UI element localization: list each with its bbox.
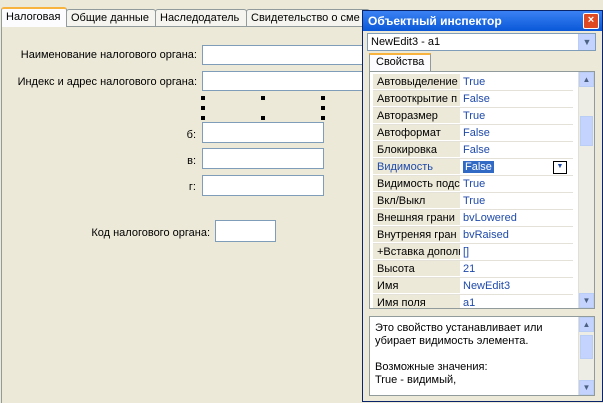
property-value[interactable]: []: [463, 246, 469, 258]
property-name: Внутреняя гран: [373, 227, 460, 242]
property-name: Имя поля: [373, 295, 460, 308]
tax-code-field[interactable]: [215, 220, 276, 242]
object-selector[interactable]: NewEdit3 - a1 ▼: [367, 33, 596, 51]
property-value-text: False: [463, 161, 494, 173]
selection-handle[interactable]: [261, 96, 265, 100]
tax-authority-address-field[interactable]: [202, 71, 372, 91]
property-row[interactable]: Имя поля a1: [373, 295, 573, 308]
field-v-label: в:: [187, 155, 196, 167]
property-name: Авторазмер: [373, 108, 460, 123]
property-value[interactable]: False: [463, 144, 490, 156]
object-selector-value: NewEdit3 - a1: [371, 36, 441, 48]
scroll-up-icon[interactable]: ▲: [579, 72, 594, 87]
help-text-line: убирает видимость элемента.: [375, 335, 529, 347]
property-row[interactable]: Имя NewEdit3: [373, 278, 573, 295]
field-b-label: б:: [186, 129, 196, 141]
chevron-down-icon[interactable]: ▼: [578, 34, 595, 50]
property-name: Вкл/Выкл: [373, 193, 460, 208]
tab-tax[interactable]: Налоговая: [1, 7, 67, 27]
tab-general-data[interactable]: Общие данные: [66, 9, 156, 26]
property-value[interactable]: False: [463, 127, 490, 139]
scroll-thumb[interactable]: [580, 335, 593, 359]
property-name: Видимость подс: [373, 176, 460, 191]
property-name: Видимость: [373, 159, 460, 174]
scroll-thumb[interactable]: [580, 116, 593, 146]
help-text-line: True - видимый,: [375, 374, 457, 386]
selection-handle[interactable]: [201, 116, 205, 120]
property-row[interactable]: Автоформат False: [373, 125, 573, 142]
property-value[interactable]: True: [463, 195, 485, 207]
tax-code-label: Код налогового органа:: [91, 227, 210, 239]
property-help-panel: Это свойство устанавливает или убирает в…: [369, 316, 595, 396]
property-row[interactable]: Вкл/Выкл True: [373, 193, 573, 210]
dropdown-arrow-icon[interactable]: ▼: [553, 161, 567, 174]
tax-authority-address-label: Индекс и адрес налогового органа:: [17, 76, 197, 88]
property-name: Автовыделение: [373, 74, 460, 89]
property-value[interactable]: True: [463, 178, 485, 190]
scroll-up-icon[interactable]: ▲: [579, 317, 594, 332]
property-name: +Вставка дополн: [373, 244, 460, 259]
property-value[interactable]: 21: [463, 263, 475, 275]
inspector-title: Объектный инспектор: [368, 14, 502, 28]
selection-handle[interactable]: [201, 96, 205, 100]
help-text-line: Это свойство устанавливает или: [375, 322, 543, 334]
property-name: Имя: [373, 278, 460, 293]
property-name: Автоформат: [373, 125, 460, 140]
property-value[interactable]: a1: [463, 297, 475, 308]
property-row[interactable]: Высота 21: [373, 261, 573, 278]
field-g-input[interactable]: [202, 175, 324, 196]
help-text-line: Возможные значения:: [375, 361, 488, 373]
scroll-down-icon[interactable]: ▼: [579, 380, 594, 395]
property-name: Внешняя грани: [373, 210, 460, 225]
property-value[interactable]: False ▼: [461, 159, 569, 174]
property-name: Блокировка: [373, 142, 460, 157]
inspector-titlebar[interactable]: Объектный инспектор ×: [363, 11, 602, 31]
selection-handle[interactable]: [321, 116, 325, 120]
scroll-down-icon[interactable]: ▼: [579, 293, 594, 308]
property-scrollbar[interactable]: ▲ ▼: [578, 72, 594, 308]
close-icon[interactable]: ×: [583, 13, 599, 29]
help-scrollbar[interactable]: ▲ ▼: [578, 317, 594, 395]
object-inspector: Объектный инспектор × NewEdit3 - a1 ▼ Св…: [362, 10, 603, 402]
property-row[interactable]: Автовыделение True: [373, 74, 573, 91]
property-value[interactable]: True: [463, 76, 485, 88]
property-value[interactable]: NewEdit3: [463, 280, 510, 292]
property-row[interactable]: Видимость False ▼: [373, 159, 573, 176]
property-value[interactable]: bvLowered: [463, 212, 517, 224]
tab-death-certificate[interactable]: Свидетельство о сме: [246, 9, 370, 26]
selection-handle[interactable]: [201, 106, 205, 110]
property-value[interactable]: bvRaised: [463, 229, 509, 241]
selection-handle[interactable]: [261, 116, 265, 120]
selection-handle[interactable]: [321, 96, 325, 100]
field-g-label: г:: [188, 181, 196, 193]
property-row[interactable]: Видимость подс True: [373, 176, 573, 193]
property-row[interactable]: Блокировка False: [373, 142, 573, 159]
tax-authority-name-field[interactable]: [202, 45, 372, 65]
property-grid: Автовыделение True Автооткрытие п False Авто…: [369, 71, 595, 309]
property-row[interactable]: +Вставка дополн[]: [373, 244, 573, 261]
property-value[interactable]: False: [463, 93, 490, 105]
property-value[interactable]: True: [463, 110, 485, 122]
tax-authority-name-label: Наименование налогового органа:: [20, 49, 197, 61]
property-row[interactable]: Внешняя грани bvLowered: [373, 210, 573, 227]
field-v-input[interactable]: [202, 148, 324, 169]
property-row[interactable]: Авторазмер True: [373, 108, 573, 125]
property-row[interactable]: Внутреняя гран bvRaised: [373, 227, 573, 244]
property-name: Высота: [373, 261, 460, 276]
tab-bar: Общие данные Наследодатель Свидетельство…: [0, 7, 370, 27]
property-row[interactable]: Автооткрытие п False: [373, 91, 573, 108]
tab-properties[interactable]: Свойства: [369, 53, 431, 71]
tab-testator[interactable]: Наследодатель: [155, 9, 247, 26]
selection-handle[interactable]: [321, 106, 325, 110]
property-name: Автооткрытие п: [373, 91, 460, 106]
field-b-input[interactable]: [202, 122, 324, 143]
